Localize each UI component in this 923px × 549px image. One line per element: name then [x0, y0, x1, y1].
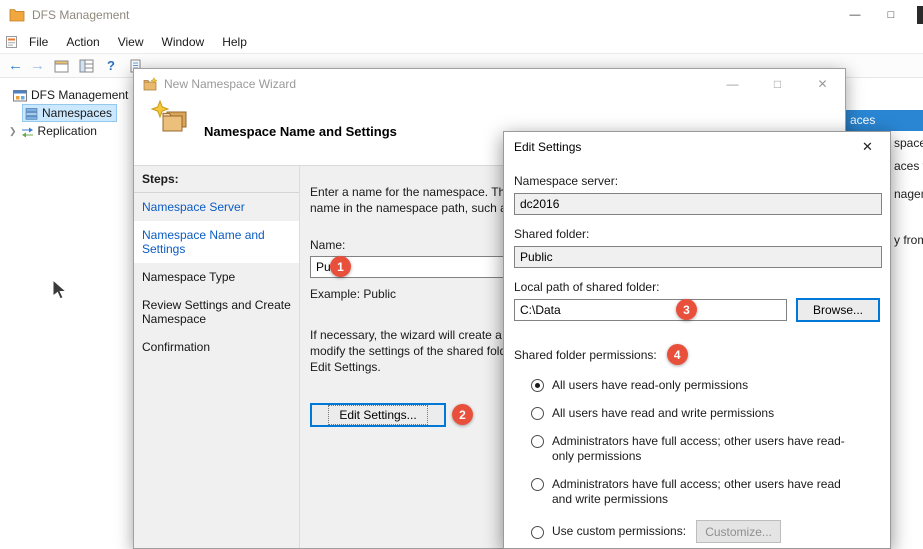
edit-settings-button-label: Edit Settings... — [328, 405, 427, 425]
radio-admin-full-users-read-only[interactable]: Administrators have full access; other u… — [514, 434, 880, 464]
local-path-label: Local path of shared folder: — [514, 280, 880, 295]
radio-all-read-write[interactable]: All users have read and write permission… — [514, 406, 880, 421]
tree-item-label: Replication — [38, 124, 97, 138]
shared-folder-label: Shared folder: — [514, 227, 880, 242]
right-pane-text-fragment: aces t... — [894, 159, 923, 173]
tree-item-dfs-management[interactable]: DFS Management — [0, 86, 133, 104]
step-confirmation: Confirmation — [134, 333, 299, 361]
tree-item-replication[interactable]: ❯ Replication — [0, 122, 133, 140]
wizard-minimize-button[interactable]: — — [710, 69, 755, 98]
namespace-server-input[interactable] — [514, 193, 882, 215]
radio-button-icon — [531, 526, 544, 539]
new-namespace-icon — [142, 77, 158, 91]
radio-label: All users have read-only permissions — [552, 378, 748, 393]
console-document-icon — [5, 35, 18, 49]
wizard-maximize-button[interactable]: □ — [755, 69, 800, 98]
tree-item-label: DFS Management — [31, 88, 128, 102]
namespace-wizard-icon — [150, 99, 192, 138]
menu-help[interactable]: Help — [213, 32, 256, 52]
radio-custom-permissions[interactable]: Use custom permissions: Customize... — [514, 520, 880, 543]
customize-button-label: Customize... — [705, 525, 772, 539]
edit-settings-title: Edit Settings — [514, 140, 581, 154]
close-button-partial[interactable] — [917, 6, 923, 24]
edit-settings-button-wrap: Edit Settings... 2 — [310, 403, 446, 427]
edit-settings-button[interactable]: Edit Settings... — [310, 403, 446, 427]
tree-item-namespaces[interactable]: Namespaces — [22, 104, 117, 122]
back-button[interactable]: ← — [8, 58, 23, 73]
tree-item-label: Namespaces — [42, 106, 112, 120]
namespaces-icon — [25, 107, 38, 120]
radio-label: All users have read and write permission… — [552, 406, 774, 421]
edit-settings-body: Namespace server: Shared folder: Local p… — [504, 174, 890, 543]
browse-button-label: Browse... — [813, 303, 863, 317]
radio-label: Administrators have full access; other u… — [552, 434, 852, 464]
right-pane-text-fragment: nagem — [894, 187, 923, 201]
radio-admin-full-users-read-write[interactable]: Administrators have full access; other u… — [514, 477, 880, 507]
radio-button-icon — [531, 379, 544, 392]
annotation-badge-3: 3 — [676, 299, 697, 320]
chevron-right-icon[interactable]: ❯ — [9, 126, 17, 137]
wizard-page-title: Namespace Name and Settings — [204, 124, 397, 139]
help-button[interactable]: ? — [102, 57, 120, 75]
edit-settings-titlebar[interactable]: Edit Settings ✕ — [504, 132, 890, 162]
radio-label: Use custom permissions: — [552, 524, 686, 539]
menu-view[interactable]: View — [109, 32, 153, 52]
annotation-badge-2: 2 — [452, 404, 473, 425]
local-path-row: 3 Browse... — [514, 299, 880, 322]
radio-button-icon — [531, 435, 544, 448]
step-review-settings-and-create-namespace: Review Settings and Create Namespace — [134, 291, 299, 333]
wizard-titlebar[interactable]: New Namespace Wizard — □ ✕ — [134, 69, 845, 98]
permissions-label-row: Shared folder permissions: 4 — [514, 344, 880, 365]
menu-action[interactable]: Action — [57, 32, 108, 52]
radio-label: Administrators have full access; other u… — [552, 477, 852, 507]
menu-bar: File Action View Window Help — [0, 30, 923, 53]
shared-folder-input[interactable] — [514, 246, 882, 268]
wizard-title: New Namespace Wizard — [164, 77, 296, 91]
wizard-steps-panel: Steps: Namespace Server Namespace Name a… — [134, 166, 300, 548]
menu-window[interactable]: Window — [153, 32, 214, 52]
maximize-button[interactable]: □ — [873, 0, 909, 30]
tree-row-namespaces: Namespaces — [0, 104, 133, 122]
forward-button[interactable]: → — [30, 58, 45, 73]
customize-button[interactable]: Customize... — [696, 520, 781, 543]
minimize-button[interactable]: — — [837, 0, 873, 30]
mouse-cursor — [52, 279, 68, 301]
local-path-input[interactable] — [514, 299, 787, 321]
radio-button-icon — [531, 407, 544, 420]
menu-file[interactable]: File — [20, 32, 57, 52]
right-pane-text-fragment: space... — [894, 136, 923, 150]
edit-settings-close-button[interactable]: ✕ — [845, 132, 890, 162]
permissions-label: Shared folder permissions: — [514, 348, 657, 362]
radio-all-read-only[interactable]: All users have read-only permissions — [514, 378, 880, 393]
step-namespace-name-and-settings[interactable]: Namespace Name and Settings — [134, 221, 299, 263]
wizard-window-controls: — □ ✕ — [710, 69, 845, 98]
step-namespace-type: Namespace Type — [134, 263, 299, 291]
namespace-server-label: Namespace server: — [514, 174, 880, 189]
local-path-input-wrap: 3 — [514, 299, 787, 321]
main-window-titlebar[interactable]: DFS Management — □ — [0, 0, 923, 30]
console-tree: DFS Management Namespaces ❯ Replication — [0, 78, 133, 549]
browse-button[interactable]: Browse... — [796, 298, 880, 322]
show-window-button[interactable] — [52, 57, 70, 75]
steps-heading: Steps: — [134, 172, 299, 192]
replication-icon — [21, 125, 34, 138]
right-pane-text-fragment: y from — [894, 233, 923, 247]
dfs-folder-icon — [9, 8, 25, 22]
console-tree-icon — [79, 59, 94, 73]
step-namespace-server[interactable]: Namespace Server — [134, 193, 299, 221]
window-controls: — □ — [837, 0, 909, 30]
window-icon — [54, 59, 69, 73]
console-root-icon — [13, 89, 27, 102]
edit-settings-dialog: Edit Settings ✕ Namespace server: Shared… — [503, 131, 891, 549]
console-tree-button[interactable] — [77, 57, 95, 75]
desktop: DFS Management — □ File Action View Wind… — [0, 0, 923, 549]
radio-button-icon — [531, 478, 544, 491]
results-column-header[interactable]: aces — [846, 110, 923, 131]
annotation-badge-1: 1 — [330, 256, 351, 277]
wizard-close-button[interactable]: ✕ — [800, 69, 845, 98]
annotation-badge-4: 4 — [667, 344, 688, 365]
main-window-title: DFS Management — [32, 8, 129, 22]
